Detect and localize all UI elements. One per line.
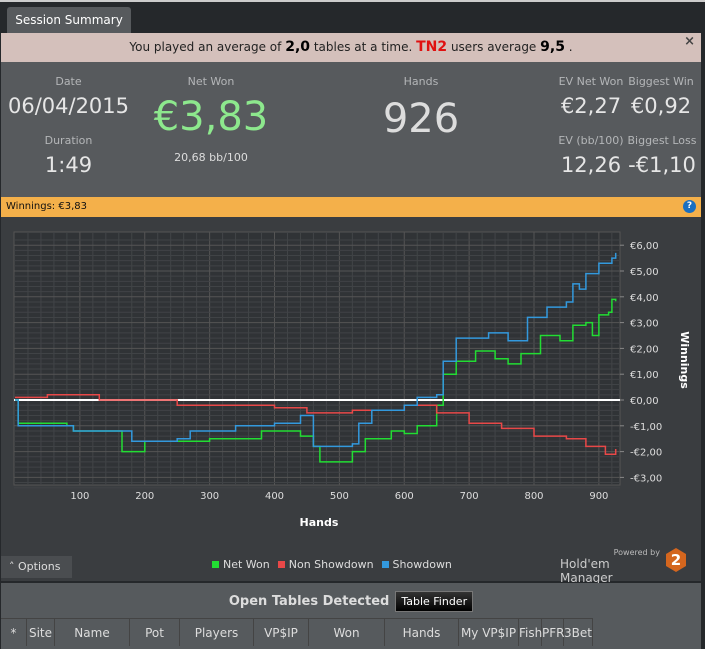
bb100-value: 20,68 bb/100 [174,151,248,164]
ev-net-won-value: €2,27 [560,94,622,118]
banner-text: You played an average of [129,40,282,54]
chart-legend: Net Won Non Showdown Showdown [212,558,452,571]
y-tick-label: €6,00 [630,241,659,252]
y-tick-label: €2,00 [630,344,659,355]
date-label: Date [55,75,82,88]
net-won-value: €3,83 [153,94,269,140]
open-tables-panel: Open Tables Detected Table Finder * Site … [1,583,701,649]
tab-session-summary[interactable]: Session Summary [7,7,131,35]
column-header[interactable]: Players [180,619,254,646]
y-tick-label: €3,00 [630,319,659,330]
biggest-loss-value: -€1,10 [628,153,696,177]
x-tick-label: 800 [524,491,543,502]
legend-item-showdown: Showdown [381,558,452,571]
legend-swatch [212,561,219,568]
powered-by-text: Powered by [613,548,660,557]
date-value: 06/04/2015 [7,94,130,118]
x-axis-label: Hands [300,516,339,529]
brand-name: Hold'em Manager [560,557,613,585]
stats-panel: Date 06/04/2015 Duration 1:49 Net Won €3… [1,62,701,197]
x-tick-label: 100 [70,491,89,502]
ev-bb100-label: EV (bb/100) [558,134,624,147]
ev-bb100-value: 12,26 [560,153,622,177]
y-tick-label: -€2,00 [630,448,662,459]
table-finder-button[interactable]: Table Finder [395,591,474,612]
banner-text: tables at a time. [313,40,413,54]
y-tick-label: €1,00 [630,370,659,381]
biggest-win-label: Biggest Win [628,75,694,88]
column-header[interactable]: Site [27,619,55,646]
legend-label: Net Won [223,558,270,571]
net-won-label: Net Won [187,75,235,88]
banner-text: . [568,40,573,54]
column-header[interactable]: My VP$IP [459,619,519,646]
duration-value: 1:49 [44,153,93,177]
winnings-label: Winnings: €3,83 [6,201,87,212]
x-tick-label: 500 [330,491,349,502]
winnings-chart-panel: 100 200 300 400 500 600 700 800 900 €6,00 €5,00 €4,… [1,217,701,581]
column-header[interactable]: VP$IP [254,619,309,646]
x-tick-label: 700 [460,491,479,502]
legend-swatch [277,561,285,568]
close-icon[interactable]: × [684,33,695,51]
legend-item-net-won: Net Won [212,558,270,571]
tables-value: 2,0 [285,39,311,55]
duration-label: Duration [44,134,93,147]
x-tick-label: 600 [395,491,414,502]
options-label: Options [18,560,61,573]
banner-text: users average [450,40,537,54]
x-tick-label: 400 [265,491,284,502]
x-tick-label: 300 [200,491,219,502]
biggest-loss-label: Biggest Loss [627,134,697,147]
legend-label: Non Showdown [288,558,374,571]
y-axis-label: Winnings [678,331,691,389]
column-header[interactable]: Hands [385,619,459,646]
x-tick-label: 900 [589,491,608,502]
tab-bar: Session Summary [0,0,705,35]
ev-net-won-label: EV Net Won [558,75,624,88]
y-tick-label: €4,00 [630,293,659,304]
column-header[interactable]: Fish [519,619,542,646]
chevron-up-icon: ˄ [9,560,18,573]
y-tick-label: €5,00 [630,267,659,278]
legend-item-non-showdown: Non Showdown [277,558,374,571]
site-name: TN2 [416,39,448,55]
column-header[interactable]: PFR [542,619,564,646]
x-tick-label: 200 [135,491,154,502]
hm2-brand: Powered by Hold'em Manager 2 [560,548,700,585]
help-icon[interactable]: ? [683,200,696,213]
column-header[interactable]: * [1,619,27,646]
winnings-chart: 100 200 300 400 500 600 700 800 900 €6,00 €5,00 €4,… [13,231,691,529]
column-header[interactable]: Pot [130,619,180,646]
site-average-value: 9,5 [540,39,565,55]
hm2-logo-icon: 2 [666,548,686,572]
open-tables-title: Open Tables Detected [228,594,390,609]
hands-label: Hands [403,75,439,88]
y-tick-label: -€3,00 [630,473,662,484]
tables-header: * Site Name Pot Players VP$IP Won Hands … [1,618,593,646]
average-tables-banner: You played an average of 2,0 tables at a… [1,33,701,62]
column-header[interactable]: 3Bet [564,619,593,646]
hands-value: 926 [382,96,460,142]
biggest-win-value: €0,92 [630,94,692,118]
legend-swatch [381,561,389,568]
winnings-bar: Winnings: €3,83 ? [1,197,701,217]
options-button[interactable]: ˄ Options [1,556,72,578]
column-header[interactable]: Won [309,619,385,646]
legend-label: Showdown [392,558,452,571]
column-header[interactable]: Name [55,619,130,646]
y-tick-label: €0,00 [630,396,659,407]
y-tick-label: -€1,00 [630,422,662,433]
